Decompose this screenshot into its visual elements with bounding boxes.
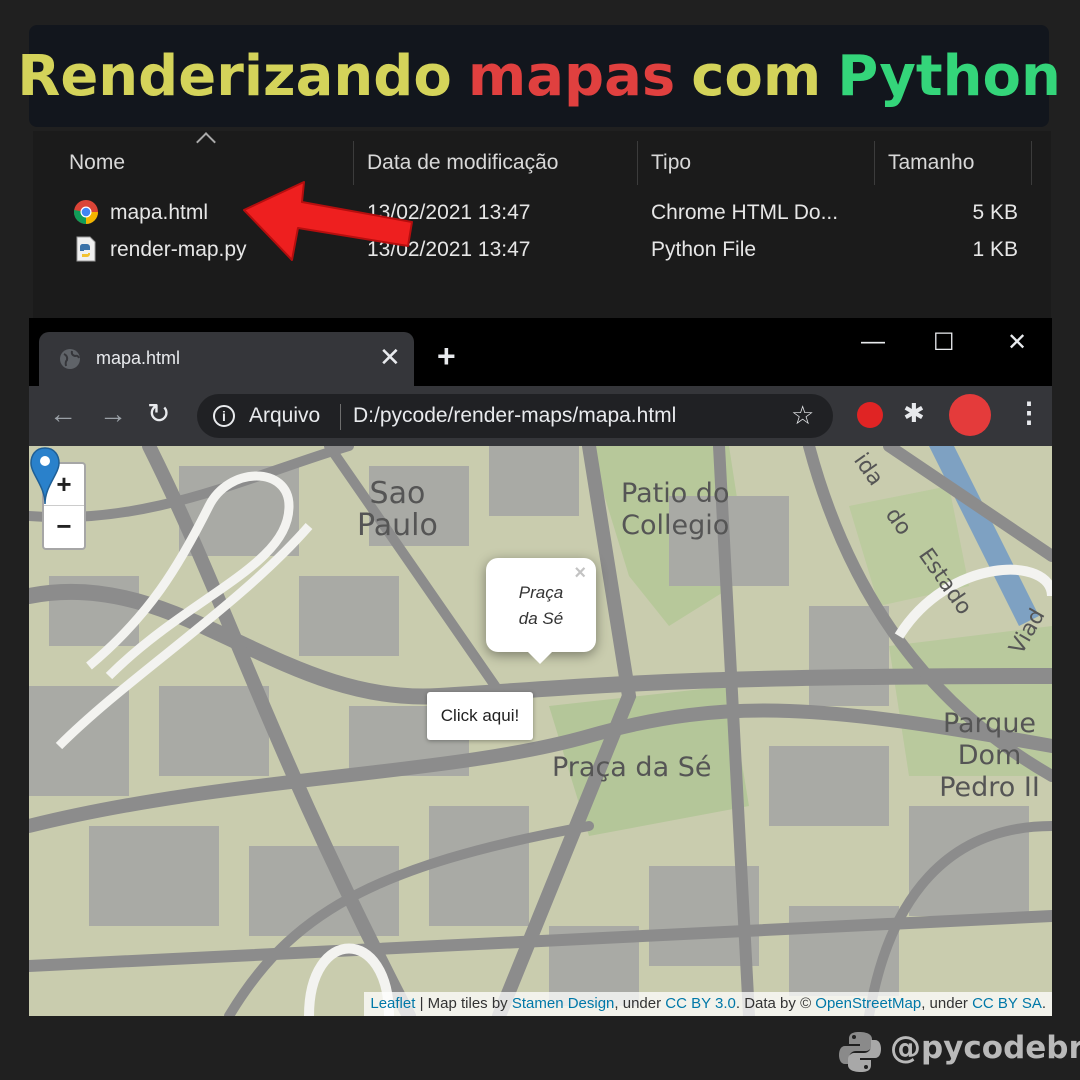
title-word-python: Python: [837, 43, 1061, 109]
map-attribution: Leaflet | Map tiles by Stamen Design, un…: [364, 992, 1052, 1016]
map-label-line: Pedro II: [939, 772, 1040, 803]
marker-popup: × Praça da Sé: [486, 558, 596, 664]
attribution-text: .: [1041, 995, 1046, 1012]
cc-by-sa-link[interactable]: CC BY SA: [972, 995, 1042, 1012]
browser-window: mapa.html ✕ + — ☐ ✕ ← → ↻ i Arquivo D:/p…: [29, 318, 1052, 1016]
zoom-out-button[interactable]: −: [44, 506, 84, 547]
tab-mapa[interactable]: mapa.html ✕: [39, 332, 414, 386]
bookmark-star-icon[interactable]: ☆: [791, 400, 814, 431]
address-divider: [340, 404, 341, 430]
maximize-button[interactable]: ☐: [933, 328, 955, 357]
attribution-text: | Map tiles by: [415, 995, 512, 1012]
globe-icon: [60, 349, 80, 369]
tab-close-icon[interactable]: ✕: [379, 342, 401, 372]
reload-icon[interactable]: ↻: [147, 398, 170, 430]
back-arrow-icon[interactable]: ←: [49, 398, 77, 430]
close-window-button[interactable]: ✕: [1007, 328, 1027, 357]
python-file-icon: [76, 236, 96, 262]
scheme-label: Arquivo: [249, 404, 321, 427]
column-header-row: Nome Data de modificação Tipo Tamanho: [33, 131, 1051, 187]
column-header-size[interactable]: Tamanho: [888, 151, 974, 175]
column-divider[interactable]: [637, 141, 638, 185]
attribution-text: . Data by ©: [735, 995, 816, 1012]
osm-link[interactable]: OpenStreetMap: [815, 995, 921, 1012]
popup-line: da Sé: [518, 609, 564, 628]
title-banner: Renderizando mapas com Python: [17, 25, 1061, 127]
address-bar[interactable]: i Arquivo D:/pycode/render-maps/mapa.htm…: [197, 394, 833, 438]
profile-avatar[interactable]: [949, 394, 991, 436]
brand-handle: @pycodebr: [890, 1030, 1080, 1066]
chrome-icon: [74, 200, 98, 225]
map-label-line: Sao: [369, 476, 426, 511]
sort-ascending-icon: [196, 132, 216, 152]
title-word-mapas: mapas: [467, 43, 676, 109]
map-label-parque-dom-pedro: Parque Dom Pedro II: [927, 708, 1052, 804]
column-header-modified[interactable]: Data de modificação: [367, 151, 558, 175]
map-label-line: Parque Dom: [942, 708, 1037, 771]
popup-text: Praça da Sé: [486, 580, 596, 632]
info-icon[interactable]: i: [213, 405, 235, 427]
python-logo-icon: [839, 1032, 881, 1072]
stamen-link[interactable]: Stamen Design: [512, 995, 615, 1012]
title-word-renderizando: Renderizando: [17, 43, 452, 109]
map-viewport[interactable]: + − Sao Paulo Patio do Collegio Praça da…: [29, 446, 1052, 1016]
column-header-name[interactable]: Nome: [69, 151, 125, 175]
map-label-line: Paulo: [357, 508, 438, 543]
menu-kebab-icon[interactable]: ⋮: [1015, 396, 1043, 429]
map-label-sao-paulo: Sao Paulo: [357, 478, 438, 542]
map-label-praca-da-se: Praça da Sé: [552, 752, 712, 783]
popup-line: Praça: [518, 583, 564, 602]
marker-tooltip: Click aqui!: [427, 692, 533, 740]
title-word-com: com: [691, 43, 822, 109]
map-label-line: Patio do: [621, 478, 730, 509]
attribution-text: , under: [921, 995, 973, 1012]
map-label-patio-do-collegio: Patio do Collegio: [621, 478, 729, 542]
extension-stop-icon[interactable]: [857, 402, 883, 428]
file-row[interactable]: mapa.html 13/02/2021 13:47 Chrome HTML D…: [33, 195, 1051, 231]
map-label-line: Collegio: [621, 510, 730, 541]
file-explorer: Nome Data de modificação Tipo Tamanho ma…: [33, 131, 1051, 319]
url-text[interactable]: D:/pycode/render-maps/mapa.html: [353, 404, 676, 428]
browser-toolbar: ← → ↻ i Arquivo D:/pycode/render-maps/ma…: [29, 386, 1052, 446]
minimize-button[interactable]: —: [861, 328, 885, 356]
column-divider[interactable]: [1031, 141, 1032, 185]
file-type: Chrome HTML Do...: [651, 201, 839, 224]
extensions-puzzle-icon[interactable]: ✱: [903, 398, 925, 429]
attribution-text: , under: [614, 995, 666, 1012]
map-pin-icon[interactable]: [29, 446, 61, 506]
file-name: render-map.py: [110, 238, 247, 261]
cc-by-30-link[interactable]: CC BY 3.0: [665, 995, 736, 1012]
column-divider[interactable]: [874, 141, 875, 185]
popup-tip: [526, 650, 554, 664]
red-arrow-icon: [243, 181, 413, 261]
new-tab-button[interactable]: +: [437, 340, 456, 372]
file-row[interactable]: render-map.py 13/02/2021 13:47 Python Fi…: [33, 232, 1051, 268]
forward-arrow-icon[interactable]: →: [99, 398, 127, 430]
column-header-type[interactable]: Tipo: [651, 151, 691, 175]
file-size: 5 KB: [972, 201, 1018, 224]
column-divider[interactable]: [353, 141, 354, 185]
leaflet-link[interactable]: Leaflet: [370, 995, 415, 1012]
tab-strip: mapa.html ✕ + — ☐ ✕: [29, 318, 1052, 386]
file-size: 1 KB: [972, 238, 1018, 261]
tab-title: mapa.html: [96, 348, 181, 368]
file-name: mapa.html: [110, 201, 209, 224]
file-type: Python File: [651, 238, 757, 261]
